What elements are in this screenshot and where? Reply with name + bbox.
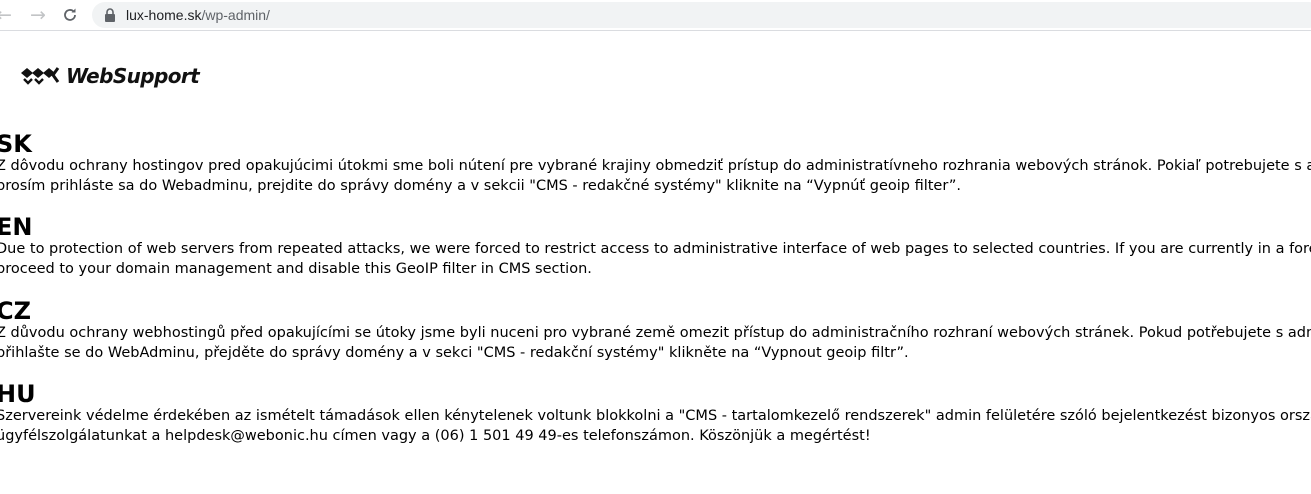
section-cz: CZ Z důvodu ochrany webhostingů před opa… bbox=[0, 299, 1311, 363]
section-en: EN Due to protection of web servers from… bbox=[0, 215, 1311, 279]
section-text-line: ügyfélszolgálatunkat a helpdesk@webonic.… bbox=[0, 428, 871, 444]
logo-text: WebSupport bbox=[66, 64, 200, 88]
url-text: lux-home.sk/wp-admin/ bbox=[126, 7, 270, 23]
url-path: /wp-admin/ bbox=[201, 7, 270, 23]
section-hu: HU Szervereink védelme érdekében az ismé… bbox=[0, 382, 1311, 446]
section-text-line: Z důvodu ochrany webhostingů před opakuj… bbox=[0, 325, 1311, 341]
url-host: lux-home.sk bbox=[126, 7, 202, 23]
section-heading-sk: SK bbox=[0, 130, 32, 158]
section-text-line: přihlašte se do WebAdminu, přejděte do s… bbox=[0, 345, 909, 361]
back-arrow-icon[interactable]: ← bbox=[0, 4, 16, 26]
section-heading-hu: HU bbox=[0, 380, 36, 408]
lock-icon bbox=[105, 8, 115, 22]
section-heading-en: EN bbox=[0, 213, 33, 241]
address-bar[interactable]: lux-home.sk/wp-admin/ bbox=[92, 2, 1311, 28]
section-text-line: Z dôvodu ochrany hostingov pred opakujúc… bbox=[0, 158, 1311, 174]
websupport-logo: WebSupport bbox=[20, 62, 200, 90]
websupport-logo-icon bbox=[21, 67, 60, 85]
section-text-line: prosím prihláste sa do Webadminu, prejdi… bbox=[0, 178, 962, 194]
section-heading-cz: CZ bbox=[0, 297, 32, 325]
browser-toolbar: ← → lux-home.sk/wp-admin/ bbox=[0, 0, 1311, 30]
section-text-line: proceed to your domain management and di… bbox=[0, 261, 592, 277]
section-text-line: Due to protection of web servers from re… bbox=[0, 241, 1311, 257]
reload-icon[interactable] bbox=[58, 4, 82, 26]
forward-arrow-icon[interactable]: → bbox=[26, 4, 50, 26]
section-text-line: Szervereink védelme érdekében az ismétel… bbox=[0, 408, 1311, 424]
toolbar-divider bbox=[0, 30, 1311, 31]
section-sk: SK Z dôvodu ochrany hostingov pred opaku… bbox=[0, 132, 1311, 196]
